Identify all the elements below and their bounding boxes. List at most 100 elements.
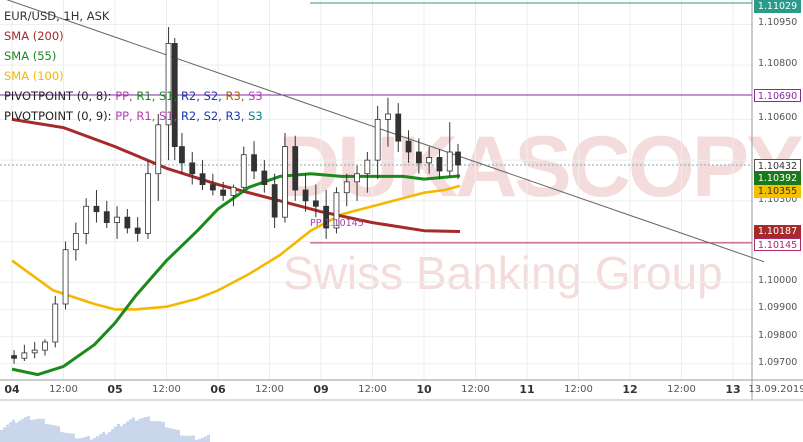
candle	[145, 173, 151, 234]
navigator-bar	[81, 437, 84, 442]
navigator-bar	[63, 432, 66, 442]
y-tick-label: 1.10600	[758, 112, 798, 124]
navigator-bar	[126, 421, 129, 442]
navigator-bar	[189, 435, 192, 442]
candle	[282, 146, 288, 218]
candle	[134, 227, 141, 234]
pivot-legend-item: S2,	[203, 109, 226, 123]
pivot-legend-item: PP,	[115, 109, 137, 123]
candle	[21, 352, 28, 359]
x-tick-label: 12:00	[461, 384, 490, 395]
navigator-bar	[144, 417, 147, 442]
y-tick-label: 1.09800	[758, 329, 798, 341]
navigator-bar	[57, 426, 60, 442]
navigator-bar	[96, 436, 99, 442]
navigator-bar	[153, 421, 156, 442]
x-tick-label: 12:00	[564, 384, 593, 395]
y-tick-label: 1.10000	[758, 275, 798, 287]
navigator-bar	[147, 416, 150, 442]
price-tag: 1.10355	[754, 184, 801, 198]
price-tag: 1.11029	[754, 0, 801, 13]
y-tick-label: 1.09900	[758, 302, 798, 314]
navigator-bar	[156, 421, 159, 442]
candle	[42, 341, 48, 351]
x-tick-label: 12:00	[358, 384, 387, 395]
x-tick-label: 12:00	[667, 384, 696, 395]
navigator-bar	[9, 422, 12, 442]
price-tag: 1.10187	[754, 225, 801, 239]
navigator-bar	[15, 422, 18, 442]
navigator-bar	[102, 431, 105, 442]
navigator-bar	[0, 430, 3, 442]
navigator-bar	[33, 419, 36, 442]
candle	[292, 146, 299, 191]
candle	[405, 140, 412, 153]
navigator-bar	[135, 420, 138, 442]
pivot-legend-item: R3,	[225, 109, 249, 123]
legend-sma55: SMA (55)	[4, 49, 56, 63]
pivot-legend-item: R3,	[225, 89, 249, 103]
navigator-bar	[30, 420, 33, 442]
navigator-bar	[207, 434, 210, 442]
chart[interactable]: DUKASCOPY Swiss Banking Group EUR/USD, 1…	[0, 0, 803, 442]
price-tag: 1.10145	[754, 238, 801, 252]
navigator-bar	[177, 429, 180, 442]
navigator-bar	[27, 416, 30, 442]
navigator-bar	[36, 418, 39, 442]
legend-pivot-8: PIVOTPOINT (0, 8): PP, R1, S1, R2, S2, R…	[4, 89, 263, 103]
navigator-bar	[60, 431, 63, 442]
candle	[395, 113, 402, 142]
navigator-bar	[93, 437, 96, 442]
navigator-bar	[141, 418, 144, 442]
candle	[240, 154, 247, 188]
legend-sma200: SMA (200)	[4, 29, 64, 43]
x-tick-label: 10	[416, 383, 432, 396]
candle	[93, 205, 100, 213]
pivot-legend-item: PP,	[115, 89, 137, 103]
navigator-bar	[201, 437, 204, 442]
legend-pivot-9: PIVOTPOINT (0, 9): PP, R1, S1, R2, S2, R…	[4, 109, 263, 123]
y-tick-label: 1.10800	[758, 58, 798, 70]
legend-text: SMA (200)	[4, 29, 64, 43]
navigator-bar	[87, 435, 90, 442]
navigator-bar	[54, 425, 57, 442]
pivot-legend-item: S3	[248, 89, 263, 103]
navigator-bar	[117, 423, 120, 442]
navigator-bar	[24, 417, 27, 442]
navigator-bar	[105, 434, 108, 442]
candle	[230, 186, 237, 196]
x-tick-label: 13	[725, 383, 741, 396]
navigator-bar	[51, 424, 54, 442]
navigator-bar	[192, 435, 195, 442]
x-tick-label: 12	[622, 383, 638, 396]
navigator-bar	[72, 433, 75, 442]
candle	[385, 113, 391, 120]
navigator-bar	[150, 421, 153, 442]
navigator-bar	[171, 428, 174, 442]
candle	[11, 355, 17, 359]
navigator-bar	[111, 429, 114, 442]
navigator-bar	[42, 418, 45, 442]
candle	[364, 159, 371, 175]
navigator-bar	[21, 418, 24, 442]
navigator-bar	[48, 424, 51, 442]
navigator-bar	[108, 431, 111, 442]
navigator-bar	[180, 435, 183, 442]
navigator-bar	[78, 438, 81, 442]
candle	[455, 151, 461, 166]
y-tick-label: 1.10950	[758, 17, 798, 29]
navigator-bar	[114, 426, 117, 442]
navigator-bar	[18, 420, 21, 442]
plot-area[interactable]	[0, 0, 803, 442]
pivot-legend-item: S1,	[159, 89, 181, 103]
navigator-bar	[75, 438, 78, 442]
navigator-bar	[159, 421, 162, 442]
candle	[426, 157, 433, 164]
legend-sma100: SMA (100)	[4, 69, 64, 83]
x-tick-label: 09	[313, 383, 329, 396]
navigator-bar	[84, 436, 87, 442]
navigator-bar	[186, 435, 189, 442]
pp-level-label: PP 1.10145	[310, 218, 364, 229]
price-tag: 1.10432	[754, 158, 801, 172]
sma55-line	[11, 172, 461, 377]
